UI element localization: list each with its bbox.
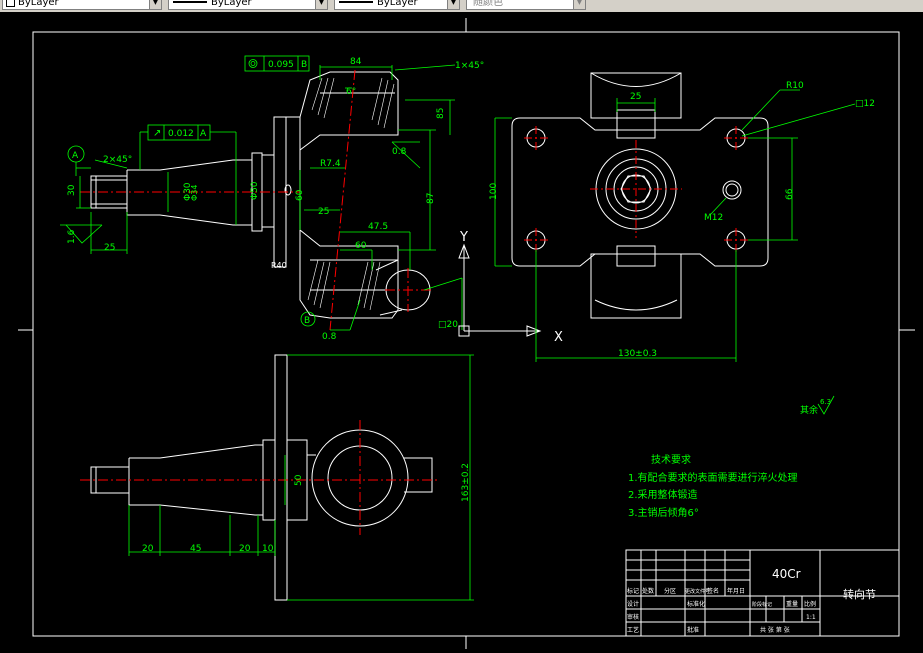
tb-row-label-5: 签名 xyxy=(707,587,719,595)
datum-b-label: B xyxy=(304,316,310,326)
dim-100: 100 xyxy=(489,183,499,200)
dim-25-shaft: 25 xyxy=(104,243,115,253)
color-swatch-icon xyxy=(6,0,15,7)
tb-sheet-count: 共 张 第 张 xyxy=(760,626,790,634)
plotstyle-combo-value: 随颜色 xyxy=(473,0,503,8)
tb-row-label-2: 处数 xyxy=(642,587,654,595)
technical-requirements: 技术要求 1.有配合要求的表面需要进行淬火处理 2.采用整体锻造 3.主销后倾角… xyxy=(628,453,798,519)
tb-mid-label-2: 批准 xyxy=(687,626,699,634)
dim-45: 45 xyxy=(190,544,201,554)
dim-85: 85 xyxy=(436,108,446,119)
runout-symbol: ↗ xyxy=(153,128,161,139)
dim-87: 87 xyxy=(426,193,436,204)
tb-left-label-3: 工艺 xyxy=(627,626,639,634)
thread-m12-dim: M12 xyxy=(704,213,723,223)
dim-66: 66 xyxy=(785,188,795,200)
side-view: 25 R10 □12 100 66 M12 130±0.3 xyxy=(489,72,875,362)
ucs-icon: Y X xyxy=(458,230,563,345)
tb-row-label-1: 标记 xyxy=(627,587,639,595)
roughness-rest-label: 其余 xyxy=(800,404,818,416)
radius-r10-dim: R10 xyxy=(786,81,804,91)
tb-stage-label-2: 重量 xyxy=(786,600,798,608)
square-20-dim: □20 xyxy=(438,320,458,330)
chevron-down-icon[interactable]: ▼ xyxy=(447,0,459,9)
title-material: 40Cr xyxy=(772,567,801,581)
chevron-down-icon[interactable]: ▼ xyxy=(573,0,585,9)
dim-10: 10 xyxy=(262,544,274,554)
axis-x-label: X xyxy=(554,330,563,345)
dim-50: 50 xyxy=(294,474,304,486)
lineweight-combo[interactable]: ByLayer ▼ xyxy=(334,0,460,10)
runout-datum: A xyxy=(200,129,207,139)
lineweight-combo-value: ByLayer xyxy=(377,0,418,8)
color-combo-value: ByLayer xyxy=(18,0,59,8)
dim-163: 163±0.2 xyxy=(461,463,471,502)
tb-left-label-1: 设计 xyxy=(627,600,639,608)
tb-scale: 1:1 xyxy=(806,614,816,621)
top-view: 20 45 20 10 50 163±0.2 xyxy=(80,354,474,601)
tb-stage-label-3: 比例 xyxy=(804,600,816,608)
chamfer-shaft-dim: 2×45° xyxy=(103,155,132,165)
sheet-border xyxy=(18,18,915,649)
notes-title: 技术要求 xyxy=(651,453,691,466)
chamfer-top-dim: 1×45° xyxy=(455,61,484,71)
dim-84: 84 xyxy=(350,57,362,67)
tb-mid-label-1: 标准化 xyxy=(687,600,705,608)
roughness-rest-value: 6.3 xyxy=(820,398,831,406)
square-12-dim: □12 xyxy=(855,99,875,109)
dim-20a: 20 xyxy=(142,544,154,554)
dia-34-dim: Φ34 xyxy=(190,185,199,201)
dia-50-dim: Φ50 xyxy=(250,181,260,200)
dim-20b: 20 xyxy=(239,544,251,554)
linetype-combo[interactable]: ByLayer ▼ xyxy=(168,0,328,10)
angle-6-dim: 6° xyxy=(346,87,356,97)
roughness-16-dim: 1.6 xyxy=(67,229,77,244)
linetype-combo-value: ByLayer xyxy=(211,0,252,8)
tb-row-label-3: 分区 xyxy=(664,587,676,595)
note-item-1: 1.有配合要求的表面需要进行淬火处理 xyxy=(628,471,798,484)
dim-47-5: 47.5 xyxy=(368,222,388,232)
title-part-name: 转向节 xyxy=(843,587,876,601)
tb-left-label-2: 审核 xyxy=(627,613,639,621)
title-block: 40Cr 转向节 标记 处数 分区 更改文件号 签名 年月日 设计 审核 工艺 … xyxy=(625,549,900,637)
flatness-tolerance: 0.095 xyxy=(268,60,294,70)
tb-row-label-6: 年月日 xyxy=(727,587,745,595)
note-item-3: 3.主销后倾角6° xyxy=(628,506,699,519)
roughness-08b-dim: 0.8 xyxy=(322,332,337,342)
lineweight-sample-icon xyxy=(339,1,373,3)
chevron-down-icon[interactable]: ▼ xyxy=(315,0,327,9)
color-combo[interactable]: ByLayer ▼ xyxy=(2,0,162,10)
small-note: R40 xyxy=(271,261,287,270)
chevron-down-icon[interactable]: ▼ xyxy=(149,0,161,9)
dim-60: 60 xyxy=(295,189,305,201)
dim-30-shaft: 30 xyxy=(67,184,77,196)
flatness-datum: B xyxy=(301,60,307,70)
plotstyle-combo[interactable]: 随颜色 ▼ xyxy=(466,0,586,10)
front-view: 0.095 B ↗ 0.012 A A B 2×45° 1×45° 84 6° … xyxy=(60,55,484,342)
dim-130: 130±0.3 xyxy=(618,349,657,359)
axis-y-label: Y xyxy=(459,230,468,245)
dim-60b: 60 xyxy=(355,241,367,251)
datum-a-label: A xyxy=(72,151,79,161)
linetype-sample-icon xyxy=(173,1,207,3)
runout-tolerance: 0.012 xyxy=(168,129,194,139)
drawing-canvas[interactable]: 0.095 B ↗ 0.012 A A B 2×45° 1×45° 84 6° … xyxy=(0,12,923,649)
dim-25-side: 25 xyxy=(318,207,329,217)
tb-stage-label-1: 阶段标记 xyxy=(752,601,772,608)
roughness-rest-note: 其余 6.3 xyxy=(800,395,835,416)
dim-25-top: 25 xyxy=(630,92,641,102)
note-item-2: 2.采用整体锻造 xyxy=(628,488,698,501)
radius-r74-dim: R7.4 xyxy=(320,159,341,169)
roughness-08-dim: 0.8 xyxy=(392,147,407,157)
